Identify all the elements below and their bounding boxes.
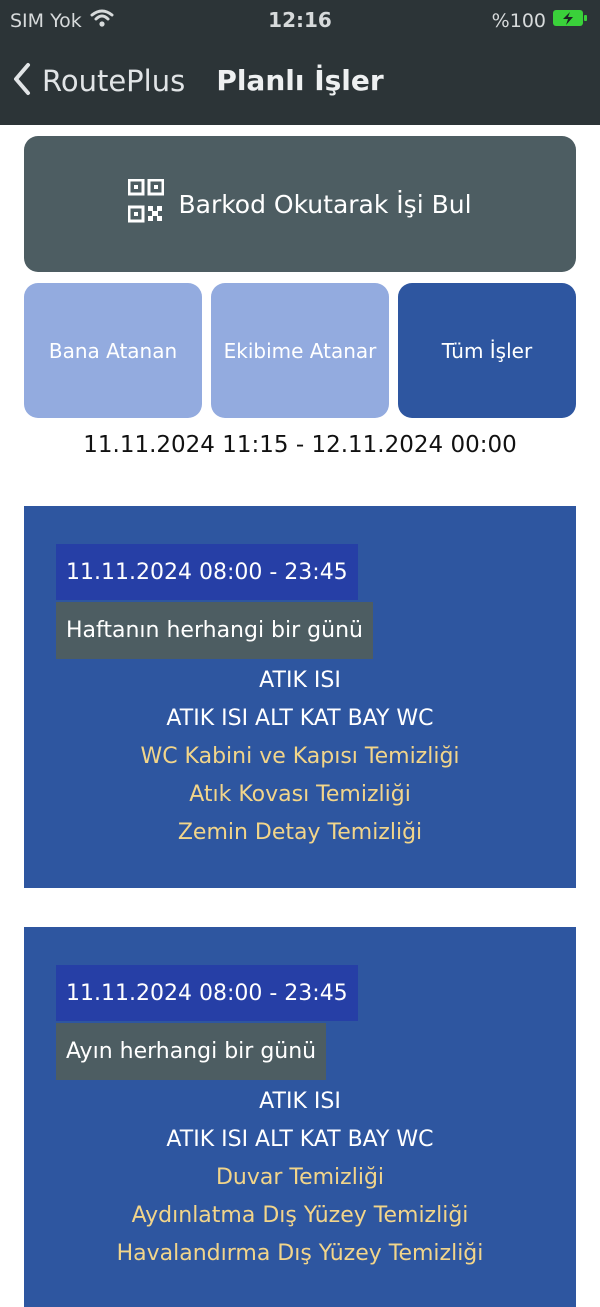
scan-barcode-button[interactable]: Barkod Okutarak İşi Bul — [24, 136, 576, 272]
status-bar: SIM Yok 12:16 %100 — [0, 0, 600, 44]
navigation-bar: RoutePlus Planlı İşler — [0, 44, 600, 125]
qr-code-icon — [127, 178, 165, 229]
tab-all-jobs[interactable]: Tüm İşler — [398, 283, 576, 418]
job-date-chip: 11.11.2024 08:00 - 23:45 — [56, 965, 358, 1021]
tab-assigned-to-me[interactable]: Bana Atanan — [24, 283, 202, 418]
job-task: Havalandırma Dış Yüzey Temizliği — [116, 1241, 484, 1266]
job-details: ATIK ISI ATIK ISI ALT KAT BAY WC Duvar T… — [24, 1083, 576, 1273]
battery-percent: %100 — [491, 9, 546, 32]
tab-label: Tüm İşler — [441, 338, 533, 363]
job-category: ATIK ISI — [259, 668, 341, 693]
job-details: ATIK ISI ATIK ISI ALT KAT BAY WC WC Kabi… — [24, 662, 576, 852]
tab-label: Ekibime Atanar — [223, 338, 377, 363]
tab-assigned-to-team[interactable]: Ekibime Atanar — [211, 283, 389, 418]
job-category: ATIK ISI — [259, 1089, 341, 1114]
battery-charging-icon — [552, 8, 588, 33]
job-date-chip: 11.11.2024 08:00 - 23:45 — [56, 544, 358, 600]
job-location: ATIK ISI ALT KAT BAY WC — [166, 1127, 434, 1152]
job-card[interactable]: 11.11.2024 08:00 - 23:45 Ayın herhangi b… — [24, 927, 576, 1307]
page-title: Planlı İşler — [216, 64, 384, 97]
job-task: Zemin Detay Temizliği — [177, 820, 423, 845]
tab-label: Bana Atanan — [48, 338, 178, 363]
job-location: ATIK ISI ALT KAT BAY WC — [166, 706, 434, 731]
job-frequency-chip: Haftanın herhangi bir günü — [56, 602, 373, 659]
status-right: %100 — [492, 8, 588, 33]
job-task: Aydınlatma Dış Yüzey Temizliği — [131, 1203, 469, 1228]
job-task: Atık Kovası Temizliği — [189, 782, 411, 807]
filter-tabs: Bana Atanan Ekibime Atanar Tüm İşler — [24, 283, 576, 418]
job-frequency-chip: Ayın herhangi bir günü — [56, 1023, 327, 1080]
scan-barcode-label: Barkod Okutarak İşi Bul — [178, 189, 472, 219]
job-card[interactable]: 11.11.2024 08:00 - 23:45 Haftanın herhan… — [24, 506, 576, 888]
job-task: Duvar Temizliği — [215, 1165, 385, 1190]
job-task: WC Kabini ve Kapısı Temizliği — [140, 744, 460, 769]
date-range: 11.11.2024 11:15 - 12.11.2024 00:00 — [83, 432, 517, 458]
